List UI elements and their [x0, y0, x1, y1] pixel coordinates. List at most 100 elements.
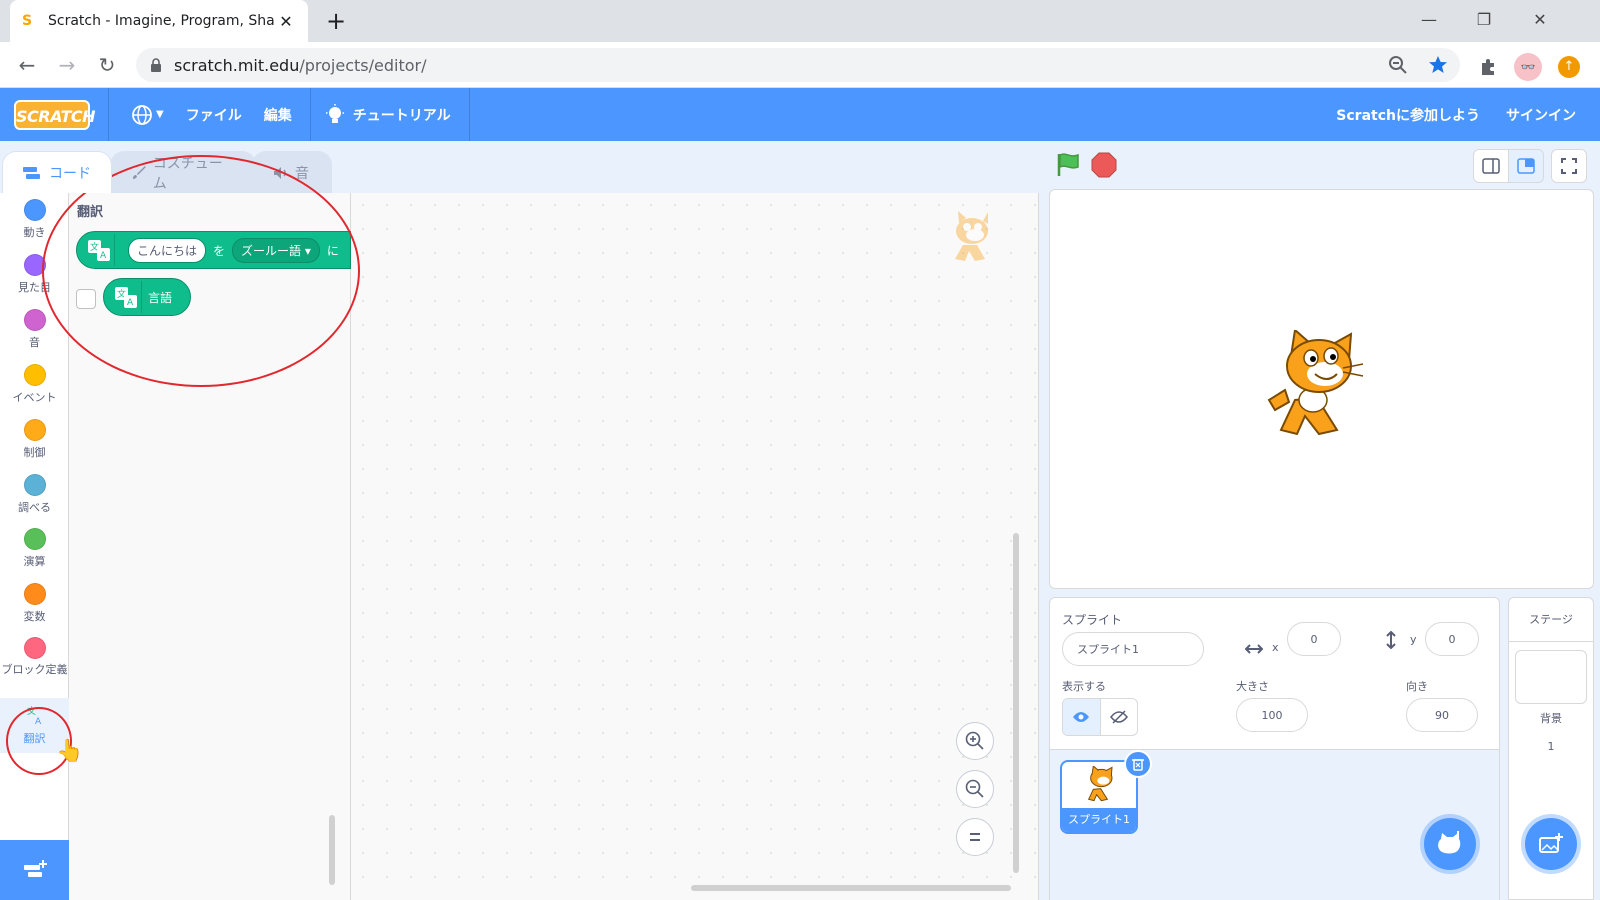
- language-menu[interactable]: ▼: [131, 104, 164, 126]
- category-looks[interactable]: 見た目: [0, 254, 69, 295]
- language-dropdown[interactable]: ズールー語 ▾: [232, 237, 320, 263]
- category-dot: [23, 419, 46, 441]
- size-input[interactable]: 100: [1236, 698, 1308, 732]
- fullscreen-icon: [1561, 158, 1577, 174]
- eye-icon: [1073, 712, 1090, 722]
- workspace-horizontal-scrollbar[interactable]: [691, 885, 1011, 891]
- add-extension-button[interactable]: [0, 840, 69, 900]
- minimize-button[interactable]: —: [1406, 5, 1452, 35]
- tab-costumes[interactable]: コスチューム: [110, 151, 256, 193]
- file-menu[interactable]: ファイル: [186, 105, 242, 125]
- sprite-name-input[interactable]: スプライト1: [1062, 632, 1204, 666]
- zoom-out-button[interactable]: [956, 770, 994, 808]
- zoom-in-icon: [965, 731, 984, 750]
- language-reporter-block[interactable]: 文A 言語: [103, 278, 191, 316]
- green-flag-icon[interactable]: [1055, 152, 1081, 178]
- delete-sprite-button[interactable]: [1124, 750, 1152, 778]
- add-extension-icon: [23, 860, 47, 877]
- tab-close-icon[interactable]: ✕: [276, 12, 296, 31]
- direction-input[interactable]: 90: [1406, 698, 1478, 732]
- lightbulb-icon: [325, 103, 344, 123]
- add-backdrop-button[interactable]: [1525, 818, 1577, 870]
- sprite-info-pane: スプライト スプライト1 x 0 y 0 表示する 大きさ 100 向き 90: [1049, 597, 1500, 900]
- add-sprite-button[interactable]: [1424, 818, 1476, 870]
- tutorials-label: チュートリアル: [352, 107, 451, 124]
- menu-divider: [108, 88, 109, 141]
- small-stage-button[interactable]: [1473, 149, 1509, 183]
- menu-divider: [468, 88, 470, 141]
- hide-button[interactable]: [1101, 699, 1138, 735]
- normal-stage-icon: [1517, 158, 1535, 174]
- normal-stage-button[interactable]: [1508, 149, 1544, 183]
- show-button[interactable]: [1063, 699, 1101, 735]
- stage-canvas[interactable]: [1049, 189, 1594, 589]
- y-input[interactable]: 0: [1425, 622, 1479, 656]
- update-arrow-icon[interactable]: ↑: [1558, 56, 1580, 78]
- close-window-button[interactable]: ✕: [1517, 5, 1563, 35]
- tutorials-button[interactable]: チュートリアル: [325, 103, 451, 126]
- category-my-blocks[interactable]: ブロック定義: [0, 637, 69, 678]
- category-variables[interactable]: 変数: [0, 583, 69, 624]
- sprite-list: スプライト1: [1050, 750, 1499, 900]
- stop-icon[interactable]: [1091, 152, 1117, 178]
- url-path: /projects/editor/: [299, 55, 427, 75]
- back-button[interactable]: ←: [14, 52, 40, 78]
- url-input[interactable]: scratch.mit.edu/projects/editor/: [136, 48, 1460, 82]
- cat-sprite[interactable]: [1255, 330, 1375, 450]
- fullscreen-button[interactable]: [1551, 149, 1587, 183]
- category-events[interactable]: イベント: [0, 364, 69, 405]
- sign-in-link[interactable]: サインイン: [1506, 105, 1576, 125]
- zoom-reset-button[interactable]: [956, 818, 994, 856]
- script-workspace[interactable]: [351, 193, 1039, 900]
- category-label: 動き: [23, 226, 46, 239]
- add-backdrop-icon: [1539, 833, 1563, 853]
- menu-divider: [309, 88, 311, 141]
- palette-section-title: 翻訳: [77, 205, 104, 220]
- x-input[interactable]: 0: [1287, 622, 1341, 656]
- restore-button[interactable]: ❐: [1461, 5, 1507, 35]
- zoom-out-icon: [965, 779, 984, 798]
- scratch-menu-bar: SCRATCH ▼ ファイル 編集 チュートリアル Scratchに参加しよう …: [0, 88, 1600, 141]
- translate-extension-icon: 文A: [110, 281, 142, 313]
- translate-block[interactable]: 文A こんにちは を ズールー語 ▾ に: [76, 231, 351, 269]
- translate-text-input[interactable]: こんにちは: [128, 237, 207, 263]
- palette-scrollbar[interactable]: [329, 815, 335, 885]
- equals-icon: [970, 833, 980, 841]
- stage-pane-title: ステージ: [1509, 598, 1593, 642]
- category-operators[interactable]: 演算: [0, 528, 69, 569]
- tab-sounds[interactable]: 音: [252, 151, 332, 193]
- zoom-magnifier-icon[interactable]: [1388, 55, 1408, 75]
- forward-button[interactable]: →: [54, 52, 80, 78]
- backdrop-thumbnail[interactable]: [1515, 650, 1587, 704]
- edit-menu[interactable]: 編集: [264, 105, 292, 125]
- category-menu: 動き 見た目 音 イベント 制御 調べる 演算 変数 ブロック定義 文A 翻訳: [0, 193, 69, 900]
- sprite-label: スプライト: [1062, 613, 1123, 627]
- tab-costumes-label: コスチューム: [152, 155, 223, 192]
- category-sound[interactable]: 音: [0, 309, 69, 350]
- visibility-toggle: [1062, 698, 1138, 736]
- sprite-thumbnail-name: スプライト1: [1062, 808, 1136, 832]
- category-motion[interactable]: 動き: [0, 199, 69, 240]
- extensions-puzzle-icon[interactable]: [1478, 57, 1498, 77]
- scratch-logo[interactable]: SCRATCH: [14, 99, 95, 130]
- stage-selector[interactable]: ステージ 背景 1: [1508, 597, 1594, 900]
- new-tab-button[interactable]: +: [322, 7, 350, 35]
- profile-avatar[interactable]: 👓: [1514, 53, 1542, 81]
- browser-tab[interactable]: S Scratch - Imagine, Program, Share ✕: [10, 0, 308, 42]
- translate-icon: 文A: [27, 705, 42, 726]
- category-dot: [23, 364, 46, 386]
- join-scratch-link[interactable]: Scratchに参加しよう: [1336, 105, 1480, 125]
- monitor-checkbox[interactable]: [76, 289, 96, 309]
- workspace-vertical-scrollbar[interactable]: [1013, 533, 1019, 873]
- tab-code[interactable]: コード: [2, 151, 112, 193]
- hand-cursor-icon: 👆: [56, 739, 84, 764]
- tab-sounds-label: 音: [295, 165, 309, 182]
- small-stage-icon: [1482, 158, 1500, 174]
- reload-button[interactable]: ↻: [94, 52, 120, 78]
- category-control[interactable]: 制御: [0, 419, 69, 460]
- zoom-in-button[interactable]: [956, 722, 994, 760]
- language-dropdown-value: ズールー語: [241, 243, 302, 258]
- lock-icon: [151, 58, 161, 72]
- category-sensing[interactable]: 調べる: [0, 474, 69, 515]
- bookmark-star-icon[interactable]: [1428, 55, 1448, 75]
